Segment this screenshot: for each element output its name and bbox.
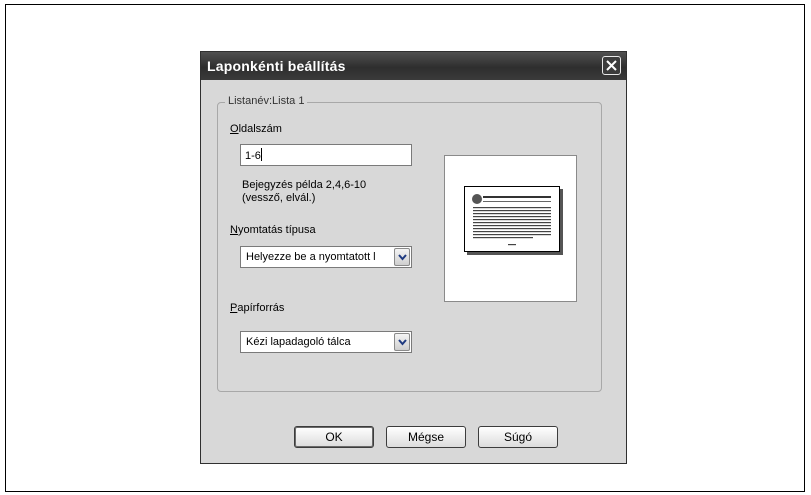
page-number-label-accel: O <box>230 123 239 135</box>
page-preview <box>444 155 577 302</box>
page-number-value: 1-6 <box>245 150 261 162</box>
page-number-label-rest: ldalszám <box>238 123 282 135</box>
print-type-label-accel: N <box>230 224 238 236</box>
page-thumbnail <box>464 186 560 252</box>
cancel-button[interactable]: Mégse <box>386 426 466 448</box>
hint-line-1: Bejegyzés példa 2,4,6-10 <box>242 179 367 191</box>
chevron-down-icon <box>398 254 407 261</box>
print-type-label: Nyomtatás típusa <box>230 224 316 236</box>
paper-source-value: Kézi lapadagoló tálca <box>246 336 351 348</box>
help-button[interactable]: Súgó <box>478 426 558 448</box>
print-type-select[interactable]: Helyezze be a nyomtatott l <box>240 246 412 268</box>
per-page-settings-dialog: Laponkénti beállítás Listanév:Lista 1 Ol… <box>200 51 627 464</box>
print-type-label-rest: yomtatás típusa <box>237 224 316 236</box>
paper-source-select[interactable]: Kézi lapadagoló tálca <box>240 331 412 353</box>
hint-line-2: (vessző, elvál.) <box>242 192 316 204</box>
groupbox-legend: Listanév:Lista 1 <box>225 95 308 107</box>
document-preview-icon <box>472 194 551 246</box>
page-number-label: Oldalszám <box>230 123 282 135</box>
entry-example-hint: Bejegyzés példa 2,4,6-10 (vessző, elvál.… <box>242 179 366 205</box>
page-number-input[interactable]: 1-6 <box>240 144 412 166</box>
text-caret <box>260 148 262 161</box>
paper-source-label-rest: apírforrás <box>237 302 285 314</box>
print-type-dropdown-button[interactable] <box>394 248 410 266</box>
print-type-value: Helyezze be a nyomtatott l <box>246 251 376 263</box>
ok-button[interactable]: OK <box>294 426 374 448</box>
paper-source-dropdown-button[interactable] <box>394 333 410 351</box>
close-icon <box>606 60 617 71</box>
paper-source-label: Papírforrás <box>230 302 284 314</box>
title-bar[interactable]: Laponkénti beállítás <box>201 52 626 80</box>
dialog-title: Laponkénti beállítás <box>207 58 346 74</box>
close-button[interactable] <box>602 56 621 75</box>
chevron-down-icon <box>398 339 407 346</box>
